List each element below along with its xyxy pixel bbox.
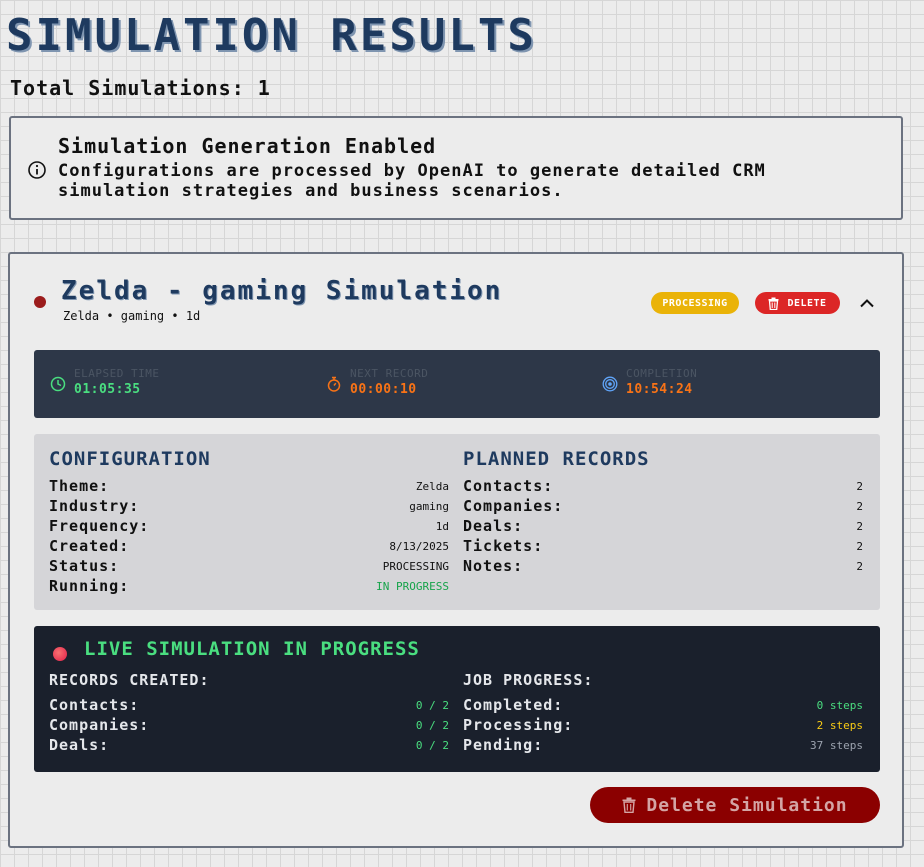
delete-simulation-button[interactable]: Delete Simulation [590, 787, 880, 823]
timer-completion: COMPLETION 10:54:24 [602, 367, 697, 399]
records-created-list: Contacts: 0 / 2 Companies: 0 / 2 Deals: … [49, 695, 449, 755]
config-row-status: Status: PROCESSING [49, 556, 449, 576]
delete-simulation-label: Delete Simulation [646, 794, 848, 816]
planned-value: 2 [856, 539, 863, 553]
completion-value: 10:54:24 [626, 382, 693, 397]
job-progress-heading: JOB PROGRESS: [463, 671, 594, 689]
next-record-value: 00:00:10 [350, 382, 417, 397]
planned-row-deals: Deals: 2 [463, 516, 863, 536]
config-row-industry: Industry: gaming [49, 496, 449, 516]
job-row-processing: Processing: 2 steps [463, 715, 863, 735]
records-row-companies: Companies: 0 / 2 [49, 715, 449, 735]
job-row-completed: Completed: 0 steps [463, 695, 863, 715]
config-row-theme: Theme: Zelda [49, 476, 449, 496]
records-value: 0 / 2 [415, 718, 449, 732]
timer-next-record: NEXT RECORD 00:00:10 [326, 367, 428, 399]
info-text: Configurations are processed by OpenAI t… [58, 161, 766, 201]
planned-key: Contacts: [463, 477, 554, 495]
simulation-subtitle: Zelda • gaming • 1d [63, 309, 201, 323]
planned-key: Notes: [463, 557, 524, 575]
delete-badge-label: DELETE [787, 297, 827, 309]
records-key: Companies: [49, 716, 150, 734]
records-row-contacts: Contacts: 0 / 2 [49, 695, 449, 715]
config-key: Frequency: [49, 517, 150, 535]
planned-key: Deals: [463, 517, 524, 535]
planned-key: Companies: [463, 497, 564, 515]
info-icon [28, 161, 46, 179]
trash-icon [768, 297, 779, 310]
planned-records-list: Contacts: 2 Companies: 2 Deals: 2 Ticket… [463, 476, 863, 576]
records-row-deals: Deals: 0 / 2 [49, 735, 449, 755]
config-value: PROCESSING [382, 559, 449, 573]
chevron-up-icon [860, 299, 874, 308]
job-progress-list: Completed: 0 steps Processing: 2 steps P… [463, 695, 863, 755]
simulation-title: Zelda - gaming Simulation [61, 276, 503, 306]
config-panel: CONFIGURATION Theme: Zelda Industry: gam… [34, 434, 880, 610]
records-key: Contacts: [49, 696, 140, 714]
config-key: Industry: [49, 497, 140, 515]
collapse-button[interactable] [858, 294, 876, 312]
live-title: LIVE SIMULATION IN PROGRESS [84, 638, 420, 660]
config-row-running: Running: IN PROGRESS [49, 576, 449, 596]
next-record-label: NEXT RECORD [350, 367, 429, 380]
info-box: Simulation Generation Enabled Configurat… [9, 116, 903, 220]
config-key: Status: [49, 557, 120, 575]
planned-value: 2 [856, 559, 863, 573]
records-key: Deals: [49, 736, 110, 754]
planned-row-companies: Companies: 2 [463, 496, 863, 516]
configuration-list: Theme: Zelda Industry: gaming Frequency:… [49, 476, 449, 596]
planned-row-contacts: Contacts: 2 [463, 476, 863, 496]
job-value: 2 steps [816, 718, 863, 732]
configuration-heading: CONFIGURATION [49, 448, 211, 470]
job-key: Processing: [463, 716, 574, 734]
completion-label: COMPLETION [626, 367, 698, 380]
planned-row-notes: Notes: 2 [463, 556, 863, 576]
job-key: Completed: [463, 696, 564, 714]
timer-elapsed: ELAPSED TIME 01:05:35 [50, 367, 159, 399]
config-value: Zelda [415, 479, 449, 493]
status-dot [34, 296, 46, 308]
page-title: SIMULATION RESULTS [6, 10, 537, 61]
records-value: 0 / 2 [415, 698, 449, 712]
status-badge: PROCESSING [651, 292, 739, 314]
config-key: Theme: [49, 477, 110, 495]
config-row-created: Created: 8/13/2025 [49, 536, 449, 556]
records-value: 0 / 2 [415, 738, 449, 752]
planned-value: 2 [856, 519, 863, 533]
config-value-running: IN PROGRESS [376, 579, 449, 593]
config-value: 8/13/2025 [389, 539, 449, 553]
config-value: gaming [409, 499, 449, 513]
live-indicator-dot [53, 647, 67, 661]
planned-row-tickets: Tickets: 2 [463, 536, 863, 556]
target-icon [602, 376, 618, 392]
total-simulations: Total Simulations: 1 [10, 76, 271, 100]
job-value: 37 steps [810, 738, 863, 752]
job-key: Pending: [463, 736, 544, 754]
simulation-card: Zelda - gaming Simulation Zelda • gaming… [8, 252, 904, 848]
live-panel: LIVE SIMULATION IN PROGRESS RECORDS CREA… [34, 626, 880, 772]
elapsed-value: 01:05:35 [74, 382, 141, 397]
config-row-frequency: Frequency: 1d [49, 516, 449, 536]
info-title: Simulation Generation Enabled [58, 134, 437, 158]
planned-value: 2 [856, 499, 863, 513]
config-value: 1d [435, 519, 449, 533]
delete-badge-button[interactable]: DELETE [755, 292, 840, 314]
planned-records-heading: PLANNED RECORDS [463, 448, 650, 470]
stopwatch-icon [327, 376, 341, 392]
planned-value: 2 [856, 479, 863, 493]
records-created-heading: RECORDS CREATED: [49, 671, 210, 689]
trash-icon [622, 797, 636, 813]
job-value: 0 steps [816, 698, 863, 712]
planned-key: Tickets: [463, 537, 544, 555]
job-row-pending: Pending: 37 steps [463, 735, 863, 755]
config-key: Running: [49, 577, 130, 595]
config-key: Created: [49, 537, 130, 555]
timer-bar: ELAPSED TIME 01:05:35 NEXT RECORD 00:00:… [34, 350, 880, 418]
clock-icon [50, 376, 66, 392]
elapsed-label: ELAPSED TIME [74, 367, 160, 380]
